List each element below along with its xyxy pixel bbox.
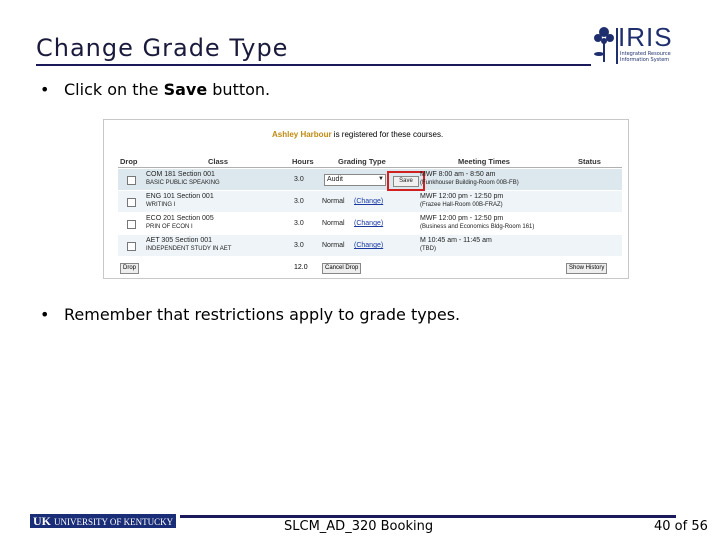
bullet-icon: • xyxy=(40,305,50,324)
bullet-text: Remember that restrictions apply to grad… xyxy=(64,305,461,324)
table-row: ENG 101 Section 001 WRITING I 3.0 Normal… xyxy=(118,191,622,212)
bullet-icon: • xyxy=(40,80,50,99)
meeting-location: (Business and Economics Bldg-Room 161) xyxy=(420,224,535,230)
drop-checkbox[interactable] xyxy=(127,242,136,251)
change-link[interactable]: (Change) xyxy=(354,220,383,227)
class-hours: 3.0 xyxy=(294,220,304,227)
footer-rule xyxy=(180,515,676,518)
col-times: Meeting Times xyxy=(458,157,510,166)
bullet-save-word: Save xyxy=(163,80,208,99)
meeting-time: MWF 8:00 am - 8:50 am xyxy=(420,171,496,178)
table-footer: Drop 12.0 Cancel Drop Show History xyxy=(118,262,622,276)
class-hours: 3.0 xyxy=(294,198,304,205)
uk-letters: UK xyxy=(33,514,51,528)
drop-checkbox[interactable] xyxy=(127,220,136,229)
col-class: Class xyxy=(208,157,229,166)
total-hours: 12.0 xyxy=(294,264,308,271)
flower-icon xyxy=(594,27,614,62)
slide-title: Change Grade Type xyxy=(36,34,289,62)
class-title: BASIC PUBLIC SPEAKING xyxy=(146,180,220,186)
grading-value: Normal xyxy=(322,242,345,249)
drop-button[interactable]: Drop xyxy=(120,263,140,274)
chevron-down-icon: ▼ xyxy=(378,176,384,182)
grading-value: Normal xyxy=(322,220,345,227)
class-name: AET 305 Section 001 xyxy=(146,237,213,244)
grading-value: Normal xyxy=(322,198,345,205)
class-hours: 3.0 xyxy=(294,242,304,249)
uk-name: UNIVERSITY OF KENTUCKY xyxy=(54,517,174,527)
enrollment-screenshot: Ashley Harbour is registered for these c… xyxy=(103,119,629,279)
meeting-time: MWF 12:00 pm - 12:50 pm xyxy=(420,215,504,222)
uk-logo: UK UNIVERSITY OF KENTUCKY xyxy=(30,514,176,528)
class-name: ECO 201 Section 005 xyxy=(146,215,214,222)
table-row: AET 305 Section 001 INDEPENDENT STUDY IN… xyxy=(118,235,622,256)
student-name: Ashley Harbour xyxy=(272,130,332,139)
class-name: COM 181 Section 001 xyxy=(146,171,215,178)
logo-word: IRIS xyxy=(618,22,673,52)
class-title: PRIN OF ECON I xyxy=(146,224,193,230)
grading-select[interactable]: Audit ▼ xyxy=(324,174,386,186)
logo-tagline: Integrated Resource Information System xyxy=(620,51,671,63)
table-row: COM 181 Section 001 BASIC PUBLIC SPEAKIN… xyxy=(118,169,622,191)
table-row: ECO 201 Section 005 PRIN OF ECON I 3.0 N… xyxy=(118,213,622,234)
class-name: ENG 101 Section 001 xyxy=(146,193,214,200)
iris-logo: IRIS Integrated Resource Information Sys… xyxy=(592,22,672,66)
meeting-time: MWF 12:00 pm - 12:50 pm xyxy=(420,193,504,200)
title-rule xyxy=(36,64,591,66)
class-title: INDEPENDENT STUDY IN AET xyxy=(146,246,232,252)
footer-course: SLCM_AD_320 Booking xyxy=(284,519,434,534)
meeting-time: M 10:45 am - 11:45 am xyxy=(420,237,492,244)
change-link[interactable]: (Change) xyxy=(354,242,383,249)
cancel-drop-button[interactable]: Cancel Drop xyxy=(322,263,362,274)
table-header: Drop Class Hours Grading Type Meeting Ti… xyxy=(118,156,622,168)
drop-checkbox[interactable] xyxy=(127,198,136,207)
meeting-location: (Funkhouser Building-Room 00B-FB) xyxy=(420,180,519,186)
bullet-text-pre: Click on the xyxy=(64,80,164,99)
meeting-location: (Frazee Hall-Room 00B-FRAZ) xyxy=(420,202,503,208)
col-drop: Drop xyxy=(120,157,138,166)
change-link[interactable]: (Change) xyxy=(354,198,383,205)
col-status: Status xyxy=(578,157,601,166)
class-hours: 3.0 xyxy=(294,176,304,183)
class-title: WRITING I xyxy=(146,202,176,208)
col-hours: Hours xyxy=(292,157,314,166)
registration-header: Ashley Harbour is registered for these c… xyxy=(272,130,443,139)
bullet-text: Click on the Save button. xyxy=(64,80,270,99)
show-history-button[interactable]: Show History xyxy=(566,263,608,274)
grading-value: Audit xyxy=(327,176,343,183)
col-grading: Grading Type xyxy=(338,157,386,166)
save-button[interactable]: Save xyxy=(393,176,419,187)
page-number: 40 of 56 xyxy=(654,519,708,534)
bullet-text-post: button. xyxy=(207,80,271,99)
registered-text: is registered for these courses. xyxy=(331,130,444,139)
meeting-location: (TBD) xyxy=(420,246,436,252)
drop-checkbox[interactable] xyxy=(127,176,136,185)
